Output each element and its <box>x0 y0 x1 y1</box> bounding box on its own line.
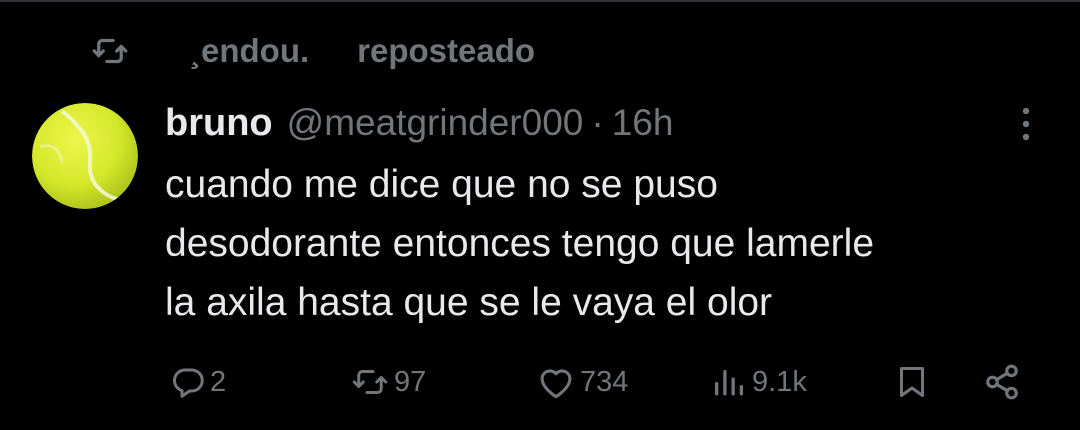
heart-icon <box>536 364 576 400</box>
reply-count: 2 <box>210 365 227 398</box>
analytics-icon <box>712 364 748 400</box>
tennis-ball-avatar-image <box>32 103 138 209</box>
action-bar: 2 97 734 9.1k <box>0 358 1080 406</box>
share-button[interactable] <box>982 358 1022 406</box>
view-count: 9.1k <box>752 365 807 398</box>
more-options-button[interactable] <box>1006 104 1046 148</box>
repost-label: reposteado <box>357 32 536 69</box>
timestamp[interactable]: 16h <box>612 102 674 144</box>
repost-button[interactable]: 97 <box>350 358 426 406</box>
separator-dot: · <box>591 102 604 143</box>
like-count: 734 <box>580 365 629 398</box>
share-icon <box>982 363 1022 401</box>
repost-count: 97 <box>394 365 427 398</box>
like-button[interactable]: 734 <box>536 358 628 406</box>
more-icon <box>1021 106 1031 147</box>
repost-icon <box>350 364 390 400</box>
avatar[interactable] <box>32 103 138 209</box>
reposter-name[interactable]: ¸endou. <box>190 32 309 70</box>
display-name[interactable]: bruno <box>165 102 273 145</box>
bookmark-button[interactable] <box>894 358 930 406</box>
user-handle[interactable]: @meatgrinder000 <box>287 102 584 144</box>
views-button[interactable]: 9.1k <box>712 358 807 406</box>
repost-context: ¸endou. reposteado <box>92 28 535 74</box>
reply-icon <box>170 364 206 400</box>
top-divider <box>0 0 1080 2</box>
tweet-header: bruno @meatgrinder000 · 16h <box>165 98 673 148</box>
repost-icon <box>92 33 128 69</box>
bookmark-icon <box>894 363 930 401</box>
reply-button[interactable]: 2 <box>170 358 226 406</box>
tweet-text: cuando me dice que no se puso desodorant… <box>165 163 875 324</box>
